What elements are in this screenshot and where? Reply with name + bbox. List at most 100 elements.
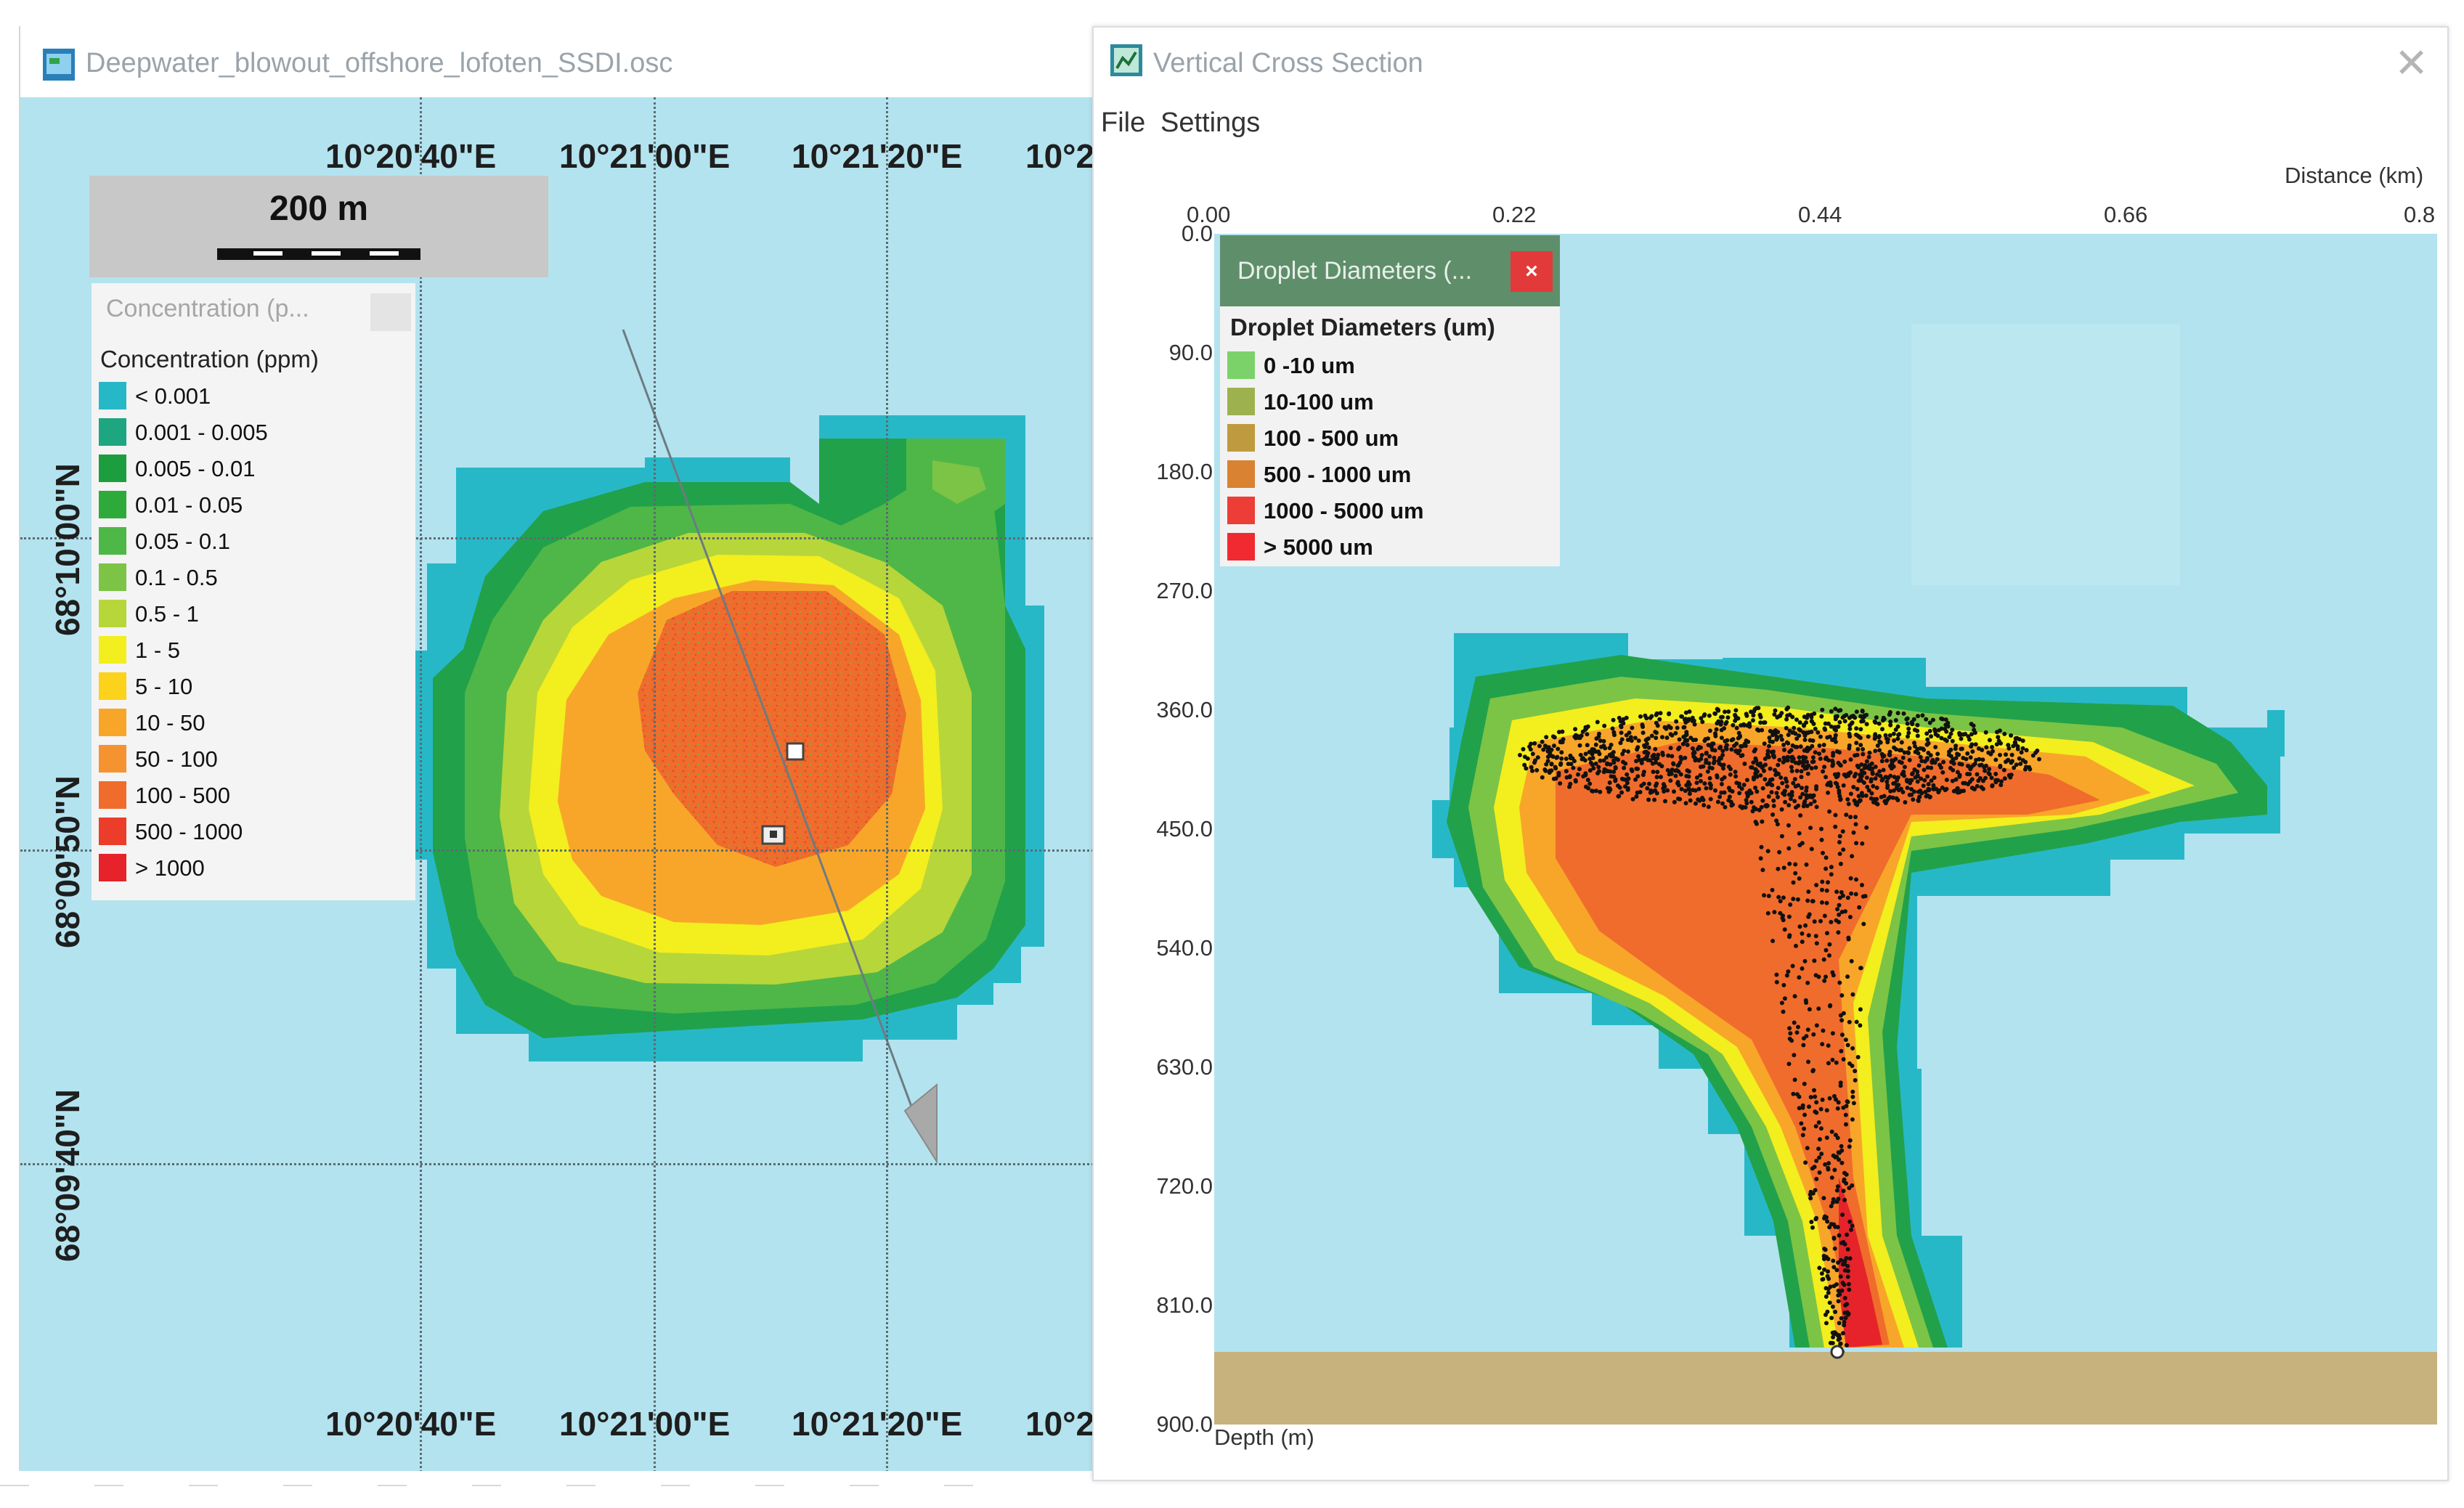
vcs-titlebar: Vertical Cross Section ✕ bbox=[1094, 28, 2447, 93]
status-bar bbox=[0, 1478, 1002, 1493]
map-window: Deepwater_blowout_offshore_lofoten_SSDI.… bbox=[19, 26, 1098, 1471]
y-tick-label: 630.0 bbox=[1156, 1054, 1213, 1080]
legend-swatch bbox=[99, 563, 126, 591]
y-tick-label: 810.0 bbox=[1156, 1292, 1213, 1318]
x-tick-label: 0.8 bbox=[2404, 202, 2436, 227]
y-axis-title: Depth (m) bbox=[1214, 1425, 1314, 1450]
coord-label-bottom: 10°20'40"E bbox=[325, 1405, 497, 1443]
grid-line bbox=[886, 97, 888, 1471]
legend-item-label: 10-100 um bbox=[1264, 389, 1374, 415]
scale-label: 200 m bbox=[269, 189, 369, 228]
legend-item-label: 0 -10 um bbox=[1264, 353, 1355, 378]
legend-swatch bbox=[1227, 424, 1255, 452]
legend-item-label: 0.001 - 0.005 bbox=[135, 420, 268, 445]
coord-label-bottom: 10°2 bbox=[1025, 1405, 1095, 1443]
legend-item-label: 100 - 500 um bbox=[1264, 425, 1399, 451]
legend-swatch bbox=[1227, 533, 1255, 561]
legend-item-label: 500 - 1000 bbox=[135, 819, 243, 844]
legend-item-label: < 0.001 bbox=[135, 383, 211, 409]
droplet-legend-tab-title: Droplet Diameters (... bbox=[1237, 257, 1473, 285]
concentration-legend-tab[interactable]: Concentration (p... bbox=[92, 283, 415, 334]
y-tick-label: 180.0 bbox=[1156, 459, 1213, 484]
map-window-title: Deepwater_blowout_offshore_lofoten_SSDI.… bbox=[86, 48, 673, 78]
legend-swatch bbox=[99, 455, 126, 482]
concentration-legend-title: Concentration (ppm) bbox=[100, 346, 319, 372]
map-canvas[interactable]: 200 m Concentration (p... Concentration … bbox=[20, 97, 1098, 1471]
coord-label-top: 10°20'40"E bbox=[325, 137, 497, 175]
close-icon[interactable]: ✕ bbox=[2394, 39, 2428, 87]
legend-item-label: 500 - 1000 um bbox=[1264, 462, 1412, 487]
menu-settings[interactable]: Settings bbox=[1160, 107, 1260, 139]
x-axis-title: Distance (km) bbox=[2285, 163, 2424, 188]
droplet-legend: Droplet Diameters (... × Droplet Diamete… bbox=[1220, 235, 1560, 566]
y-tick-label: 0.0 bbox=[1181, 221, 1213, 246]
grid-line bbox=[654, 97, 656, 1471]
legend-swatch bbox=[99, 854, 126, 881]
coord-label-left: 68°09'50"N bbox=[49, 775, 86, 948]
legend-item-label: 0.1 - 0.5 bbox=[135, 565, 218, 590]
legend-swatch bbox=[99, 418, 126, 446]
legend-swatch bbox=[99, 818, 126, 845]
vcs-window-title: Vertical Cross Section bbox=[1153, 48, 1423, 78]
status-bar-ticks bbox=[0, 1485, 1002, 1486]
map-titlebar: Deepwater_blowout_offshore_lofoten_SSDI.… bbox=[20, 26, 1098, 91]
droplet-legend-title: Droplet Diameters (um) bbox=[1230, 314, 1495, 341]
map-app-icon bbox=[43, 49, 75, 81]
x-tick-label: 0.44 bbox=[1798, 202, 1842, 227]
legend-item-label: 0.5 - 1 bbox=[135, 601, 199, 627]
legend-swatch bbox=[99, 382, 126, 409]
y-tick-label: 360.0 bbox=[1156, 697, 1213, 722]
cross-section-plot[interactable]: Droplet Diameters (... × Droplet Diamete… bbox=[1214, 234, 2437, 1425]
legend-swatch bbox=[99, 781, 126, 809]
legend-item-label: 0.01 - 0.05 bbox=[135, 492, 243, 518]
scale-ruler bbox=[217, 248, 420, 260]
droplet-legend-tab[interactable]: Droplet Diameters (... × bbox=[1220, 235, 1560, 306]
legend-swatch bbox=[99, 672, 126, 700]
grid-line bbox=[420, 97, 422, 1471]
legend-swatch bbox=[99, 745, 126, 773]
menu-file[interactable]: File bbox=[1101, 107, 1145, 139]
legend-swatch bbox=[99, 600, 126, 627]
grid-line bbox=[20, 1163, 1098, 1165]
x-tick-label: 0.22 bbox=[1492, 202, 1537, 227]
concentration-legend: Concentration (p... Concentration (ppm) … bbox=[92, 283, 415, 900]
legend-item-label: 1 - 5 bbox=[135, 637, 181, 663]
legend-swatch bbox=[1227, 351, 1255, 379]
coord-label-bottom: 10°21'20"E bbox=[792, 1405, 963, 1443]
legend-close-button[interactable] bbox=[370, 293, 411, 331]
legend-swatch bbox=[99, 636, 126, 664]
legend-item-label: 5 - 10 bbox=[135, 674, 193, 699]
legend-close-button[interactable]: × bbox=[1510, 251, 1553, 292]
legend-item-label: 50 - 100 bbox=[135, 746, 218, 772]
legend-swatch bbox=[99, 491, 126, 518]
legend-item-label: > 1000 bbox=[135, 855, 205, 881]
y-tick-label: 900.0 bbox=[1156, 1411, 1213, 1437]
legend-swatch bbox=[1227, 497, 1255, 524]
x-tick-label: 0.66 bbox=[2104, 202, 2148, 227]
coord-label-bottom: 10°21'00"E bbox=[559, 1405, 731, 1443]
y-tick-label: 270.0 bbox=[1156, 578, 1213, 603]
y-tick-label: 450.0 bbox=[1156, 816, 1213, 841]
legend-item-label: 0.005 - 0.01 bbox=[135, 456, 256, 481]
coord-label-left: 68°09'40"N bbox=[49, 1089, 86, 1262]
y-tick-label: 720.0 bbox=[1156, 1173, 1213, 1199]
y-tick-label: 90.0 bbox=[1168, 340, 1213, 365]
legend-swatch bbox=[1227, 460, 1255, 488]
coord-label-left: 68°10'00"N bbox=[49, 463, 86, 636]
coord-label-top: 10°2 bbox=[1025, 137, 1095, 175]
concentration-legend-tab-title: Concentration (p... bbox=[106, 295, 309, 322]
coord-label-top: 10°21'20"E bbox=[792, 137, 963, 175]
legend-item-label: 0.05 - 0.1 bbox=[135, 529, 230, 554]
legend-item-label: 10 - 50 bbox=[135, 710, 206, 735]
y-tick-label: 540.0 bbox=[1156, 935, 1213, 961]
legend-item-label: 100 - 500 bbox=[135, 783, 230, 808]
legend-item-label: > 5000 um bbox=[1264, 534, 1373, 560]
legend-swatch bbox=[99, 527, 126, 555]
chart-app-icon bbox=[1110, 44, 1142, 76]
legend-swatch bbox=[1227, 388, 1255, 415]
scale-bar: 200 m bbox=[89, 176, 548, 277]
vertical-cross-section-window: Vertical Cross Section ✕ File Settings D… bbox=[1092, 26, 2449, 1481]
coord-label-top: 10°21'00"E bbox=[559, 137, 731, 175]
legend-swatch bbox=[99, 709, 126, 736]
legend-item-label: 1000 - 5000 um bbox=[1264, 498, 1424, 523]
